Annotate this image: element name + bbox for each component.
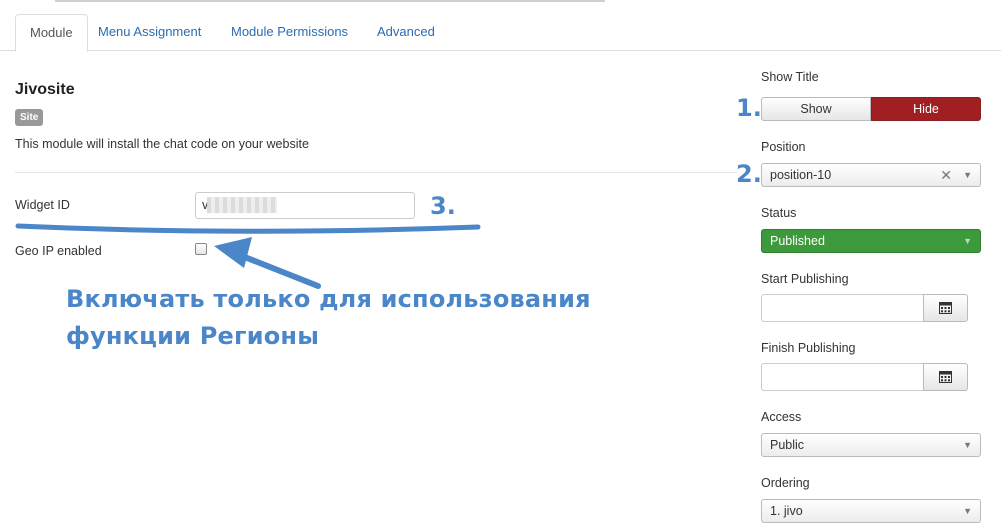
- access-select[interactable]: Public ▼: [761, 433, 981, 457]
- position-label: Position: [761, 140, 806, 154]
- start-publishing-label: Start Publishing: [761, 272, 849, 286]
- ordering-label: Ordering: [761, 476, 810, 490]
- finish-publishing-label: Finish Publishing: [761, 341, 856, 355]
- status-value: Published: [770, 234, 825, 248]
- finish-publishing-calendar-button[interactable]: [923, 363, 968, 391]
- position-value: position-10: [770, 168, 832, 182]
- arrow-head: [214, 237, 252, 268]
- chevron-down-icon: ▼: [963, 506, 972, 516]
- status-label: Status: [761, 206, 797, 220]
- clear-icon[interactable]: ✕: [940, 164, 952, 186]
- ordering-value: 1. jivo: [770, 504, 803, 518]
- annotation-number-2: 2.: [736, 160, 762, 188]
- access-label: Access: [761, 410, 802, 424]
- show-button[interactable]: Show: [761, 97, 871, 121]
- start-publishing-calendar-button[interactable]: [923, 294, 968, 322]
- finish-publishing-input[interactable]: [761, 363, 924, 391]
- annotation-note-line-2: функции Регионы: [66, 322, 320, 350]
- chevron-down-icon: ▼: [963, 170, 972, 180]
- access-value: Public: [770, 438, 805, 452]
- ordering-select[interactable]: 1. jivo ▼: [761, 499, 981, 523]
- show-title-toggle: Show Hide: [761, 97, 981, 121]
- chevron-down-icon: ▼: [963, 440, 972, 450]
- status-select[interactable]: Published ▼: [761, 229, 981, 253]
- show-title-label: Show Title: [761, 70, 819, 84]
- annotation-number-3: 3.: [430, 192, 456, 220]
- annotation-note-line-1: Включать только для использования: [66, 285, 591, 313]
- chevron-down-icon: ▼: [963, 236, 972, 246]
- calendar-icon: [939, 371, 952, 383]
- annotation-number-1: 1.: [736, 94, 762, 122]
- hide-button[interactable]: Hide: [871, 97, 981, 121]
- start-publishing-input[interactable]: [761, 294, 924, 322]
- calendar-icon: [939, 302, 952, 314]
- underline-stroke: [15, 223, 481, 234]
- position-select[interactable]: position-10 ✕ ▼: [761, 163, 981, 187]
